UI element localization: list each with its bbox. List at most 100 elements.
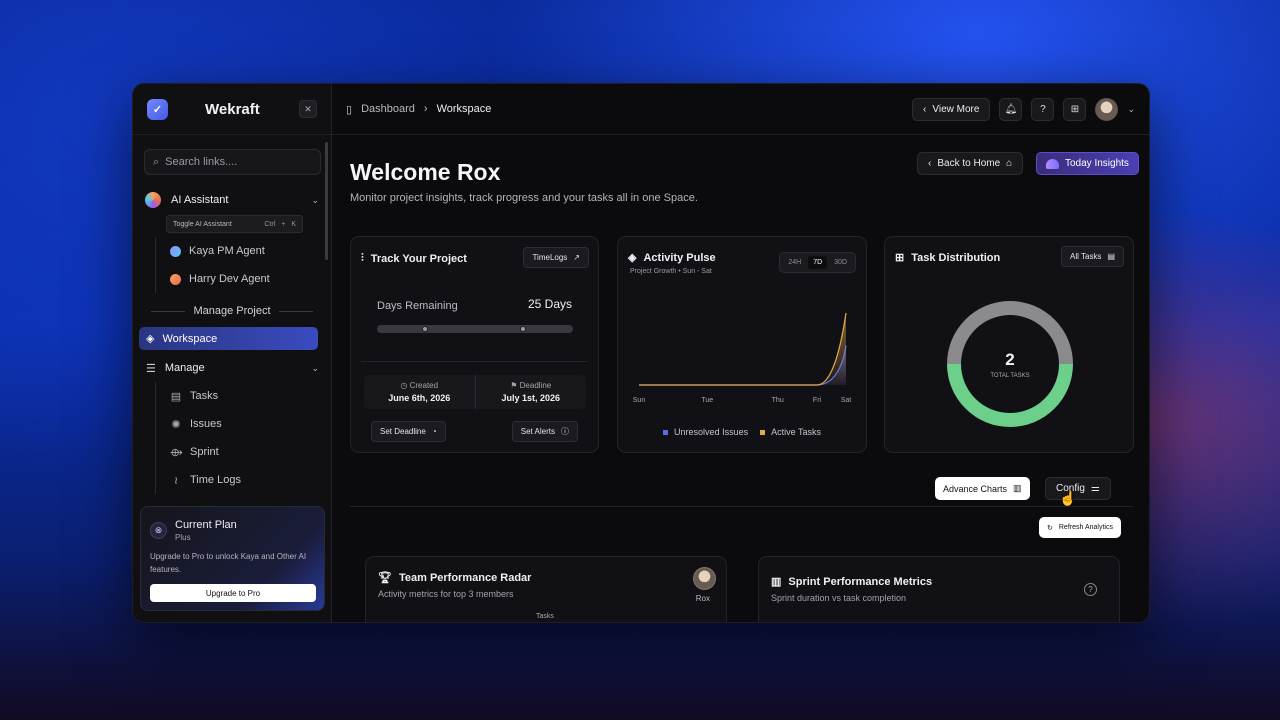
timelogs-label: TimeLogs — [532, 253, 568, 262]
divider — [361, 361, 588, 362]
bell-icon[interactable]: 🔔︎ — [999, 97, 1023, 121]
harry-avatar-icon — [170, 273, 181, 285]
sidebar-item-kaya[interactable]: Kaya PM Agent — [133, 237, 331, 265]
radar-axis-label: Tasks — [536, 613, 554, 620]
x-tick-label: Thu — [772, 397, 784, 404]
sidebar-item-workspace[interactable]: ◈ Workspace — [139, 327, 318, 350]
bar-chart-icon: ▥ — [771, 576, 782, 588]
external-link-icon: ↗ — [573, 253, 580, 262]
sidebar-brand: ✓ Wekraft ✕ — [133, 84, 331, 135]
page-subtitle: Monitor project insights, track progress… — [350, 192, 698, 204]
ai-assistant-group[interactable]: AI Assistant ⌄ — [133, 189, 331, 211]
breadcrumb-dashboard[interactable]: Dashboard — [361, 103, 415, 115]
divider — [278, 310, 313, 312]
collapse-sidebar-button[interactable]: ✕ — [299, 100, 317, 118]
view-more-button[interactable]: ‹ View More — [912, 97, 991, 121]
alert-icon: ⓘ — [561, 427, 569, 436]
today-insights-label: Today Insights — [1065, 158, 1129, 169]
x-tick-label: Sun — [633, 397, 646, 404]
set-alerts-button[interactable]: Set Alerts ⓘ — [511, 421, 578, 442]
sidebar-item-label: Kaya PM Agent — [189, 245, 265, 257]
search-box[interactable]: ⌕ — [144, 149, 321, 175]
created-value: June 6th, 2026 — [388, 393, 451, 403]
ai-assistant-icon — [145, 192, 161, 208]
ai-agent-list: Kaya PM Agent Harry Dev Agent — [133, 237, 331, 293]
sidebar-toggle-icon[interactable]: ▯ — [346, 103, 352, 116]
sidebar-item-sprint[interactable]: ⟴ Sprint — [133, 438, 331, 466]
bug-icon: ✺ — [171, 418, 181, 431]
member-avatar[interactable] — [693, 567, 716, 590]
back-to-home-button[interactable]: ‹ Back to Home ⌂ — [917, 152, 1024, 175]
activity-subtitle: Project Growth • Sun - Sat — [630, 268, 712, 275]
task-distribution-card: ⊞ Task Distribution All Tasks ▤ 2 TOTAL … — [884, 236, 1134, 453]
timelogs-button[interactable]: TimeLogs ↗ — [523, 247, 589, 268]
x-tick-label: Fri — [813, 397, 822, 404]
radar-subtitle: Activity metrics for top 3 members — [378, 589, 514, 599]
refresh-analytics-button[interactable]: ↻ Refresh Analytics — [1039, 517, 1121, 538]
range-30d[interactable]: 30D — [829, 256, 852, 269]
sprint-icon: ⟴ — [170, 446, 183, 459]
layers-icon: ◈ — [146, 333, 155, 345]
today-insights-button[interactable]: Today Insights — [1036, 152, 1139, 175]
shortcut-keys: Ctrl + K — [264, 221, 296, 228]
legend-active: Active Tasks — [760, 427, 821, 437]
x-tick-label: Sat — [841, 397, 852, 404]
bar-chart-icon: ▥ — [1013, 483, 1022, 493]
chevron-down-icon[interactable]: ⌄ — [1127, 104, 1135, 115]
breadcrumb-current: Workspace — [436, 103, 492, 115]
legend-unresolved: Unresolved Issues — [663, 427, 748, 437]
sidebar-item-label: Tasks — [190, 390, 219, 402]
page-title: Welcome Rox — [350, 159, 501, 185]
view-more-label: View More — [932, 103, 980, 115]
sidebar-item-issues[interactable]: ✺ Issues — [133, 410, 331, 438]
sidebar-scrollbar[interactable] — [325, 142, 328, 260]
all-tasks-button[interactable]: All Tasks ▤ — [1061, 246, 1124, 267]
plan-icon: ⊗ — [150, 522, 167, 539]
config-button[interactable]: Config ⚌ — [1045, 477, 1111, 500]
activity-icon: ≀ — [173, 474, 179, 487]
divider — [350, 506, 1133, 507]
upgrade-button[interactable]: Upgrade to Pro — [150, 584, 316, 602]
range-7d[interactable]: 7D — [808, 256, 828, 269]
manage-group[interactable]: ☰ Manage ⌄ — [133, 357, 331, 379]
chevron-left-icon: ‹ — [928, 158, 932, 169]
refresh-icon: ↻ — [1047, 524, 1053, 532]
home-icon: ⌂ — [1006, 158, 1013, 169]
shortcut-ctrl: Ctrl — [264, 220, 276, 228]
topbar: ▯ Dashboard › Workspace ‹ View More 🔔︎ ?… — [332, 84, 1149, 135]
x-tick-label: Tue — [701, 397, 713, 404]
sprint-title: Sprint Performance Metrics — [788, 575, 933, 588]
sidebar-item-harry[interactable]: Harry Dev Agent — [133, 265, 331, 293]
advance-charts-button[interactable]: Advance Charts ▥ — [935, 477, 1030, 500]
chevron-down-icon[interactable]: ⌄ — [311, 363, 319, 374]
main-content: ▯ Dashboard › Workspace ‹ View More 🔔︎ ?… — [332, 84, 1149, 622]
gift-icon[interactable]: ⊞ — [1063, 97, 1087, 121]
search-input[interactable] — [165, 156, 296, 168]
progress-end-knob — [520, 326, 526, 332]
legend-swatch — [760, 430, 766, 435]
user-avatar[interactable] — [1095, 97, 1119, 121]
plan-description: Upgrade to Pro to unlock Kaya and Other … — [150, 552, 307, 574]
ai-assistant-label: AI Assistant — [171, 194, 229, 206]
help-icon[interactable]: ? — [1031, 97, 1055, 121]
brand-name: Wekraft — [205, 100, 260, 118]
grid-icon: ⊞ — [895, 252, 905, 264]
section-label-text: Manage Project — [193, 305, 271, 317]
days-remaining-label: Days Remaining — [377, 300, 458, 312]
member-name: Rox — [695, 594, 710, 603]
help-icon[interactable]: ? — [1084, 583, 1097, 596]
task-dist-title: Task Distribution — [911, 251, 1001, 264]
set-deadline-button[interactable]: Set Deadline ◔ — [371, 421, 446, 442]
advance-charts-label: Advance Charts — [943, 483, 1008, 494]
line-active-tasks — [638, 312, 847, 386]
activity-pulse-card: ◈ Activity Pulse Project Growth • Sun - … — [617, 236, 867, 453]
chevron-down-icon[interactable]: ⌄ — [311, 195, 319, 206]
clipboard-icon: ▤ — [170, 390, 182, 403]
logo-icon: ✓ — [147, 98, 168, 120]
sidebar-item-time-logs[interactable]: ≀ Time Logs — [133, 466, 331, 494]
sidebar-item-tasks[interactable]: ▤ Tasks — [133, 382, 331, 410]
deadline-label-text: Deadline — [519, 381, 552, 390]
search-icon: ⌕ — [153, 155, 160, 168]
all-tasks-label: All Tasks — [1070, 252, 1102, 261]
range-24h[interactable]: 24H — [783, 256, 806, 269]
